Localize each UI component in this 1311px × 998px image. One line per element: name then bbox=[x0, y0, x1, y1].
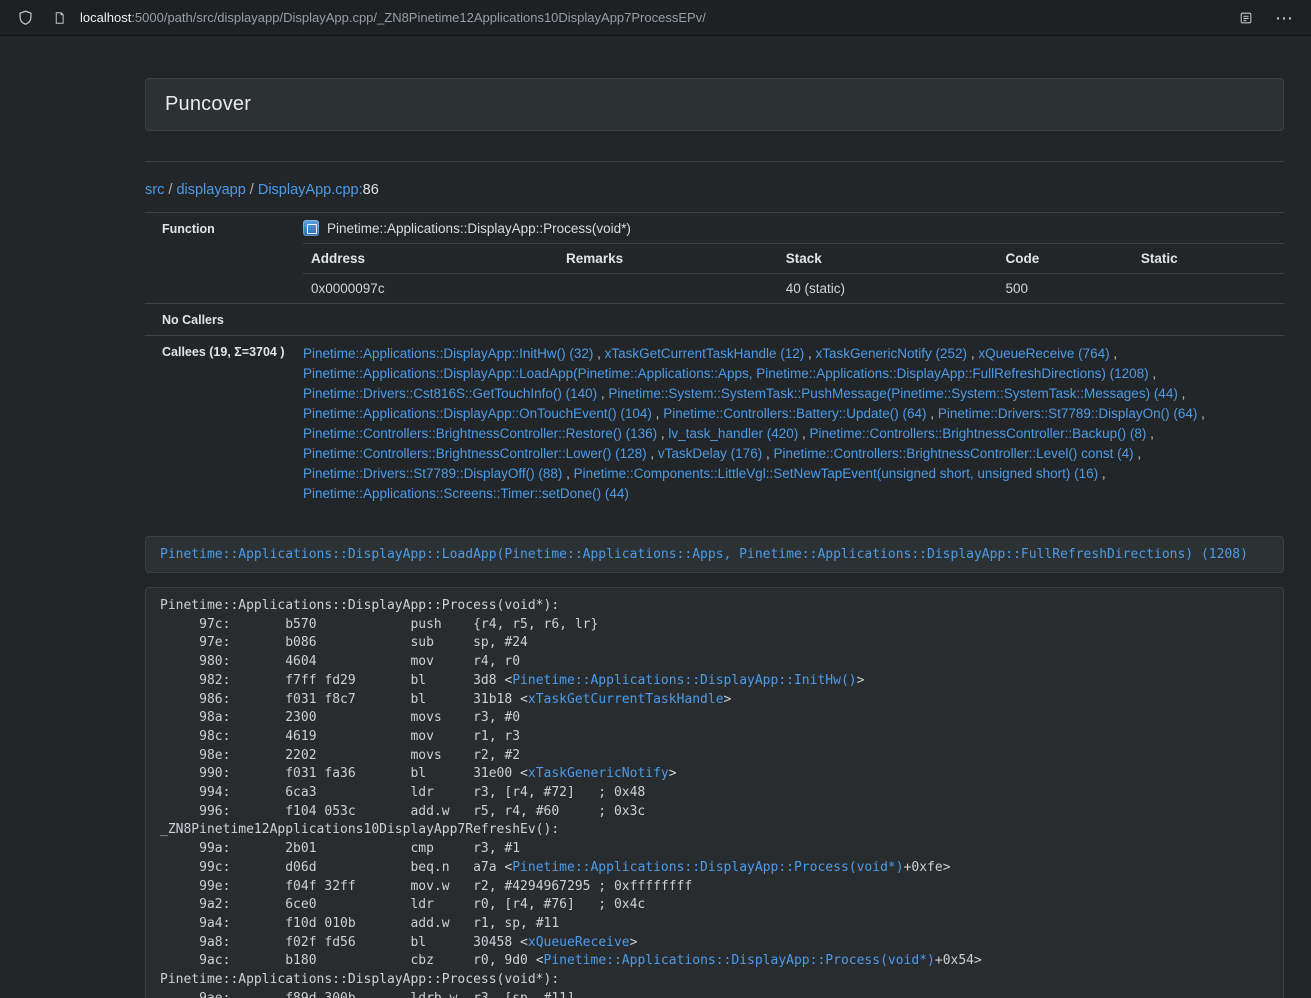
disassembly-symbol-link[interactable]: xTaskGetCurrentTaskHandle bbox=[528, 692, 724, 707]
disassembly-code: Pinetime::Applications::DisplayApp::Proc… bbox=[160, 597, 1269, 998]
divider bbox=[145, 161, 1284, 162]
overflow-menu-icon[interactable]: ⋯ bbox=[1271, 7, 1297, 29]
reader-view-icon[interactable] bbox=[1235, 7, 1257, 29]
stats-column-header: Address bbox=[303, 244, 558, 274]
callee-separator: , bbox=[1134, 446, 1142, 461]
callees-label: Callees (19, Σ=3704 ) bbox=[162, 345, 289, 359]
stats-column-header: Stack bbox=[778, 244, 998, 274]
callee-separator: , bbox=[1098, 466, 1106, 481]
callee-separator: , bbox=[798, 426, 809, 441]
callee-separator: , bbox=[1110, 346, 1118, 361]
page-content: Puncover src / displayapp / DisplayApp.c… bbox=[145, 78, 1284, 998]
callee-separator: , bbox=[927, 406, 938, 421]
callee-link[interactable]: Pinetime::System::SystemTask::PushMessag… bbox=[608, 386, 1177, 401]
callee-link[interactable]: xTaskGenericNotify (252) bbox=[816, 346, 968, 361]
callee-separator: , bbox=[762, 446, 773, 461]
callee-separator: , bbox=[597, 386, 608, 401]
stats-value-cell bbox=[1133, 274, 1284, 304]
callee-link[interactable]: Pinetime::Drivers::Cst816S::GetTouchInfo… bbox=[303, 386, 597, 401]
callee-link[interactable]: Pinetime::Applications::Screens::Timer::… bbox=[303, 486, 629, 501]
function-type-icon bbox=[303, 220, 319, 236]
callee-link[interactable]: Pinetime::Drivers::St7789::DisplayOff() … bbox=[303, 466, 562, 481]
address-bar[interactable]: localhost:5000/path/src/displayapp/Displ… bbox=[80, 10, 1235, 25]
stats-header-row: AddressRemarksStackCodeStatic bbox=[303, 244, 1284, 274]
callee-link[interactable]: xTaskGetCurrentTaskHandle (12) bbox=[605, 346, 805, 361]
stats-value-cell: 40 (static) bbox=[778, 274, 998, 304]
breadcrumb-separator: / bbox=[164, 182, 176, 198]
disassembly-symbol-link[interactable]: Pinetime::Applications::DisplayApp::Proc… bbox=[544, 953, 935, 968]
function-row: Function Pinetime::Applications::Display… bbox=[145, 213, 1284, 304]
disassembly-symbol-link[interactable]: Pinetime::Applications::DisplayApp::Proc… bbox=[512, 860, 903, 875]
callee-separator: , bbox=[1178, 386, 1186, 401]
stats-value-cell bbox=[558, 274, 778, 304]
callee-link[interactable]: Pinetime::Controllers::BrightnessControl… bbox=[810, 426, 1147, 441]
callee-separator: , bbox=[967, 346, 978, 361]
breadcrumb-separator: / bbox=[246, 182, 258, 198]
app-title[interactable]: Puncover bbox=[165, 93, 1264, 116]
callee-link[interactable]: Pinetime::Drivers::St7789::DisplayOn() (… bbox=[938, 406, 1198, 421]
callee-link[interactable]: lv_task_handler (420) bbox=[668, 426, 798, 441]
app-header: Puncover bbox=[145, 78, 1284, 131]
callee-link[interactable]: Pinetime::Controllers::BrightnessControl… bbox=[303, 426, 657, 441]
symbol-table: Function Pinetime::Applications::Display… bbox=[145, 212, 1284, 516]
callee-separator: , bbox=[1149, 366, 1157, 381]
callee-separator: , bbox=[593, 346, 604, 361]
callee-link[interactable]: vTaskDelay (176) bbox=[658, 446, 762, 461]
no-callers-label: No Callers bbox=[162, 313, 289, 327]
callee-separator: , bbox=[1146, 426, 1154, 441]
callee-separator: , bbox=[804, 346, 815, 361]
function-name: Pinetime::Applications::DisplayApp::Proc… bbox=[327, 221, 631, 236]
disassembly-symbol-link[interactable]: xTaskGenericNotify bbox=[528, 766, 669, 781]
callee-link[interactable]: Pinetime::Controllers::BrightnessControl… bbox=[773, 446, 1133, 461]
highlighted-callee-link[interactable]: Pinetime::Applications::DisplayApp::Load… bbox=[160, 547, 1248, 562]
breadcrumb: src / displayapp / DisplayApp.cpp:86 bbox=[145, 182, 1284, 198]
callee-link[interactable]: Pinetime::Applications::DisplayApp::OnTo… bbox=[303, 406, 652, 421]
callee-separator: , bbox=[562, 466, 573, 481]
callee-separator: , bbox=[652, 406, 663, 421]
callee-link[interactable]: xQueueReceive (764) bbox=[978, 346, 1109, 361]
breadcrumb-link[interactable]: displayapp bbox=[176, 182, 245, 198]
disassembly-symbol-link[interactable]: xQueueReceive bbox=[528, 935, 630, 950]
callees-list: Pinetime::Applications::DisplayApp::Init… bbox=[293, 336, 1284, 517]
callee-separator: , bbox=[1197, 406, 1205, 421]
callee-link[interactable]: Pinetime::Controllers::BrightnessControl… bbox=[303, 446, 647, 461]
stats-value-cell: 0x0000097c bbox=[303, 274, 558, 304]
stats-column-header: Static bbox=[1133, 244, 1284, 274]
disassembly-symbol-link[interactable]: Pinetime::Applications::DisplayApp::Init… bbox=[512, 673, 856, 688]
page-icon bbox=[48, 7, 70, 29]
no-callers-row: No Callers bbox=[145, 304, 1284, 336]
symbol-stats-table: AddressRemarksStackCodeStatic 0x0000097c… bbox=[303, 243, 1284, 303]
callee-link[interactable]: Pinetime::Applications::DisplayApp::Init… bbox=[303, 346, 593, 361]
url-path: :5000/path/src/displayapp/DisplayApp.cpp… bbox=[131, 10, 706, 25]
disassembly-panel: Pinetime::Applications::DisplayApp::Proc… bbox=[145, 587, 1284, 998]
stats-value-cell: 500 bbox=[998, 274, 1133, 304]
stats-value-row: 0x0000097c 40 (static)500 bbox=[303, 274, 1284, 304]
stats-column-header: Remarks bbox=[558, 244, 778, 274]
breadcrumb-link[interactable]: src bbox=[145, 182, 164, 198]
breadcrumb-link[interactable]: DisplayApp.cpp: bbox=[258, 182, 363, 198]
url-host: localhost bbox=[80, 10, 131, 25]
callee-separator: , bbox=[647, 446, 658, 461]
callee-link[interactable]: Pinetime::Applications::DisplayApp::Load… bbox=[303, 366, 1149, 381]
function-line: Pinetime::Applications::DisplayApp::Proc… bbox=[303, 213, 1284, 243]
function-row-label: Function bbox=[162, 222, 289, 236]
callee-link[interactable]: Pinetime::Components::LittleVgl::SetNewT… bbox=[574, 466, 1099, 481]
breadcrumb-text: 86 bbox=[363, 182, 379, 198]
shield-icon[interactable] bbox=[14, 7, 36, 29]
browser-toolbar: localhost:5000/path/src/displayapp/Displ… bbox=[0, 0, 1311, 36]
highlighted-callee-panel: Pinetime::Applications::DisplayApp::Load… bbox=[145, 536, 1284, 573]
callees-row: Callees (19, Σ=3704 ) Pinetime::Applicat… bbox=[145, 336, 1284, 517]
stats-column-header: Code bbox=[998, 244, 1133, 274]
callee-link[interactable]: Pinetime::Controllers::Battery::Update()… bbox=[663, 406, 926, 421]
callee-separator: , bbox=[657, 426, 668, 441]
